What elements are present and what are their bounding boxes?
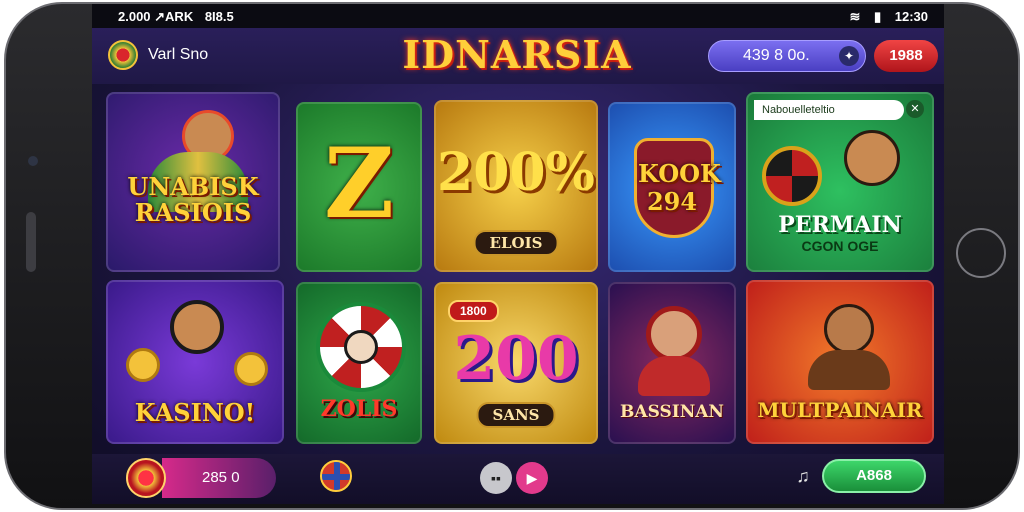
game-tile-7[interactable]: ZOLIS <box>296 282 422 444</box>
app-screen: 2.000 ↗ARK 8I8.5 ≋ ▮ 12:30 Varl Sno IDNA… <box>92 4 944 504</box>
character-figure <box>344 330 378 364</box>
tile-title: Z <box>323 127 395 240</box>
app-logo: IDNARSIA <box>402 32 632 77</box>
status-time: 12:30 <box>894 9 928 24</box>
game-tile-2[interactable]: Z <box>296 102 422 272</box>
game-tile-6[interactable]: KASINO! <box>106 280 284 444</box>
tile-title: ZOLIS <box>320 396 398 422</box>
wifi-icon: ≋ <box>849 9 861 24</box>
game-tile-5[interactable]: Nabouelleteltio ✕ PERMAIN CGON OGE <box>746 92 934 272</box>
top-bar: Varl Sno IDNARSIA 439 8 0o. ✦ 1988 <box>92 28 944 84</box>
tile-badge: 1800 <box>448 300 499 322</box>
menu-button[interactable]: ▪▪ <box>480 462 512 494</box>
claim-button[interactable]: A868 <box>822 459 926 493</box>
roulette-wheel-icon <box>762 146 822 206</box>
game-tile-8[interactable]: 1800 200 SANS <box>434 282 598 444</box>
tile-title: 200 <box>453 324 579 394</box>
tile-title: BASSINAN <box>620 402 724 422</box>
tile-title: PERMAIN <box>778 212 902 238</box>
character-figure <box>844 130 900 186</box>
status-left-extra: 8I8.5 <box>204 9 234 24</box>
deposit-button[interactable]: 1988 <box>874 40 938 72</box>
chip-icon[interactable] <box>126 458 166 498</box>
tile-header-text: Nabouelleteltio <box>754 100 904 120</box>
camera-dot <box>28 156 38 166</box>
status-bar: 2.000 ↗ARK 8I8.5 ≋ ▮ 12:30 <box>92 4 944 28</box>
tile-title: 200% <box>437 142 595 203</box>
home-button[interactable] <box>956 228 1006 278</box>
bell-icon[interactable]: ♫ <box>792 466 814 490</box>
character-figure <box>170 300 224 354</box>
balance-display[interactable]: 439 8 0o. ✦ <box>708 40 866 72</box>
tile-title: MULTPAINAIR <box>757 398 923 422</box>
character-figure <box>824 304 874 354</box>
coin-icon <box>126 348 160 382</box>
tile-title: UNABISK RASIOIS <box>127 172 259 227</box>
coin-icon: ✦ <box>839 46 859 66</box>
game-tile-9[interactable]: BASSINAN <box>608 282 736 444</box>
game-tile-10[interactable]: MULTPAINAIR <box>746 280 934 444</box>
status-left-text: 2.000 ↗ARK <box>118 9 194 24</box>
game-tile-1[interactable]: UNABISK RASIOIS <box>106 92 280 272</box>
tile-subtitle: CGON OGE <box>801 238 879 254</box>
balance-value: 439 8 0o. <box>743 47 810 64</box>
profile-avatar-icon[interactable] <box>108 40 138 70</box>
tile-title: KASINO! <box>134 398 256 427</box>
game-tile-3[interactable]: 200% ELOIS <box>434 100 598 272</box>
play-icon[interactable]: ▶ <box>516 462 548 494</box>
game-tile-4[interactable]: KOOK 294 <box>608 102 736 272</box>
username: Varl Sno <box>148 46 209 63</box>
battery-icon: ▮ <box>873 9 882 24</box>
coin-icon <box>234 352 268 386</box>
points-display[interactable]: 285 0 <box>162 458 276 498</box>
tile-title: KOOK 294 <box>638 159 721 216</box>
tile-subtitle: ELOIS <box>473 230 559 256</box>
bottom-bar: 285 0 ▪▪ ▶ ♫ A868 <box>92 454 944 504</box>
phone-frame: 2.000 ↗ARK 8I8.5 ≋ ▮ 12:30 Varl Sno IDNA… <box>4 2 1020 510</box>
character-figure <box>646 306 702 362</box>
character-figure <box>638 356 710 396</box>
side-button <box>26 212 36 272</box>
close-icon[interactable]: ✕ <box>906 100 924 118</box>
character-figure <box>808 350 890 390</box>
flag-icon[interactable] <box>320 460 352 492</box>
tile-subtitle: SANS <box>476 402 556 428</box>
